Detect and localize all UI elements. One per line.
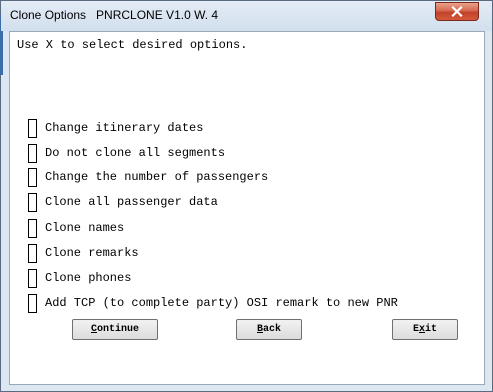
option-label: Change the number of passengers xyxy=(45,170,269,184)
option-checkbox[interactable] xyxy=(28,293,37,313)
option-checkbox[interactable] xyxy=(28,167,37,187)
option-checkbox[interactable] xyxy=(28,218,37,238)
back-label: ack xyxy=(263,324,282,335)
window-title: Clone Options PNRCLONE V1.0 W. 4 xyxy=(10,8,219,22)
option-label: Change itinerary dates xyxy=(45,121,204,135)
option-label: Clone remarks xyxy=(45,246,139,260)
option-label: Do not clone all segments xyxy=(45,146,226,160)
option-checkbox[interactable] xyxy=(28,192,37,212)
close-button[interactable] xyxy=(435,2,479,21)
option-clone-phones[interactable]: Clone phones xyxy=(28,267,131,289)
option-change-itinerary-dates[interactable]: Change itinerary dates xyxy=(28,117,203,139)
option-do-not-clone-all-segments[interactable]: Do not clone all segments xyxy=(28,142,225,164)
option-clone-all-passenger-data[interactable]: Clone all passenger data xyxy=(28,191,218,213)
option-add-tcp-osi-remark[interactable]: Add TCP (to complete party) OSI remark t… xyxy=(28,292,398,314)
clone-options-window: Clone Options PNRCLONE V1.0 W. 4 Use X t… xyxy=(0,0,493,392)
continue-button[interactable]: Continue xyxy=(72,319,158,340)
exit-label: it xyxy=(425,324,438,335)
option-clone-remarks[interactable]: Clone remarks xyxy=(28,242,139,264)
exit-button[interactable]: Ex it xyxy=(392,319,458,340)
option-checkbox[interactable] xyxy=(28,118,37,138)
option-label: Add TCP (to complete party) OSI remark t… xyxy=(45,296,398,310)
close-x-icon xyxy=(451,6,463,17)
title-bar[interactable]: Clone Options PNRCLONE V1.0 W. 4 xyxy=(1,1,492,31)
option-clone-names[interactable]: Clone names xyxy=(28,217,124,239)
option-label: Clone names xyxy=(45,221,125,235)
option-label: Clone phones xyxy=(45,271,132,285)
instruction-text: Use X to select desired options. xyxy=(17,38,248,52)
continue-label: ontinue xyxy=(97,324,140,335)
option-checkbox[interactable] xyxy=(28,268,37,288)
back-button[interactable]: Back xyxy=(236,319,302,340)
option-checkbox[interactable] xyxy=(28,143,37,163)
option-label: Clone all passenger data xyxy=(45,195,218,209)
option-checkbox[interactable] xyxy=(28,243,37,263)
option-change-number-of-passengers[interactable]: Change the number of passengers xyxy=(28,166,268,188)
